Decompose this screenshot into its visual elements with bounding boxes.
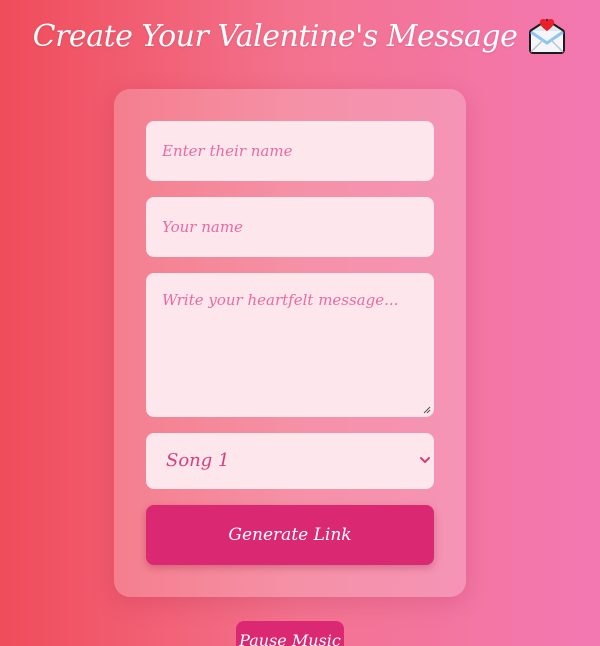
pause-music-button[interactable]: Pause Music xyxy=(236,621,344,646)
chevron-down-icon xyxy=(420,457,430,463)
sender-name-input[interactable] xyxy=(146,197,434,257)
love-letter-envelope-icon xyxy=(527,16,567,56)
page-title: Create Your Valentine's Message xyxy=(32,18,518,54)
generate-link-button[interactable]: Generate Link xyxy=(146,505,434,565)
message-textarea[interactable] xyxy=(146,273,434,417)
header: Create Your Valentine's Message xyxy=(0,10,600,62)
song-select[interactable]: Song 1 xyxy=(146,433,434,489)
song-select-value: Song 1 xyxy=(166,450,230,471)
message-form-card: Song 1 Generate Link xyxy=(114,89,466,597)
recipient-name-input[interactable] xyxy=(146,121,434,181)
